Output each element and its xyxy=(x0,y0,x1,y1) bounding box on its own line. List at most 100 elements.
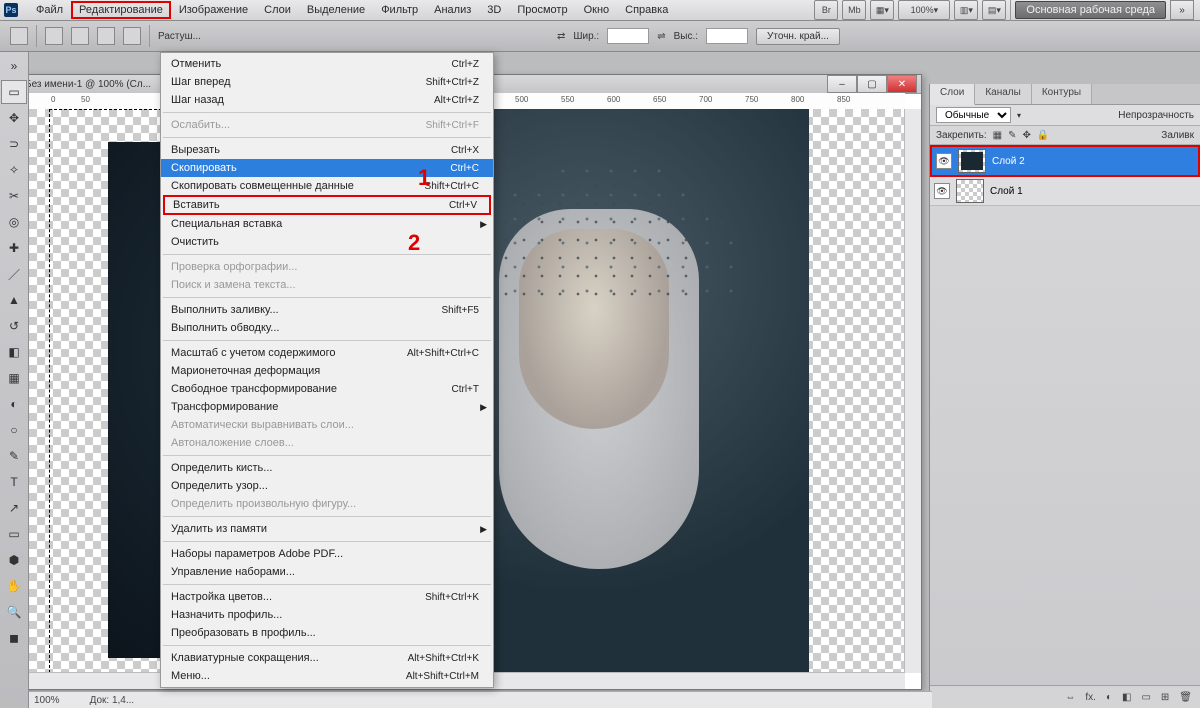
selection-add-icon[interactable] xyxy=(71,27,89,45)
menu-item[interactable]: Выполнить заливку...Shift+F5 xyxy=(161,301,493,319)
link-wh-icon[interactable]: ⇌ xyxy=(657,31,665,42)
lock-pixels-icon[interactable]: ▦ xyxy=(993,130,1002,141)
menu-item[interactable]: Выполнить обводку... xyxy=(161,319,493,337)
zoom-tool[interactable]: 🔍 xyxy=(1,600,27,624)
menu-item[interactable]: Скопировать совмещенные данныеShift+Ctrl… xyxy=(161,177,493,195)
visibility-icon[interactable]: 👁 xyxy=(934,183,950,199)
menu-выделение[interactable]: Выделение xyxy=(299,1,373,19)
refine-edge-button[interactable]: Уточн. край... xyxy=(756,28,840,45)
maximize-button[interactable]: ▢ xyxy=(857,75,887,93)
menu-item[interactable]: Удалить из памяти▶ xyxy=(161,520,493,538)
panel-footer-icon[interactable]: fx. xyxy=(1085,692,1096,703)
menu-item[interactable]: Марионеточная деформация xyxy=(161,362,493,380)
menu-item[interactable]: Масштаб с учетом содержимогоAlt+Shift+Ct… xyxy=(161,344,493,362)
selection-intersect-icon[interactable] xyxy=(123,27,141,45)
close-button[interactable]: ✕ xyxy=(887,75,917,93)
menu-редактирование[interactable]: Редактирование xyxy=(71,1,171,19)
history-brush-tool[interactable]: ↺ xyxy=(1,314,27,338)
shape-tool[interactable]: ▭ xyxy=(1,522,27,546)
view-extra-2[interactable]: ▤▾ xyxy=(982,0,1006,20)
lock-all-icon[interactable]: 🔒 xyxy=(1037,130,1049,141)
menu-справка[interactable]: Справка xyxy=(617,1,676,19)
menu-3d[interactable]: 3D xyxy=(479,1,509,19)
gradient-tool[interactable]: ▦ xyxy=(1,366,27,390)
menu-item[interactable]: Шаг впередShift+Ctrl+Z xyxy=(161,73,493,91)
brush-tool[interactable]: ／ xyxy=(1,262,27,286)
blur-tool[interactable]: ◐ xyxy=(1,392,27,416)
zoom-selector[interactable]: 100% ▾ xyxy=(898,0,950,20)
menu-item[interactable]: Назначить профиль... xyxy=(161,606,493,624)
eraser-tool[interactable]: ◧ xyxy=(1,340,27,364)
path-tool[interactable]: ↗ xyxy=(1,496,27,520)
menu-item[interactable]: Клавиатурные сокращения...Alt+Shift+Ctrl… xyxy=(161,649,493,667)
layer-row[interactable]: 👁Слой 1 xyxy=(930,177,1200,206)
panel-footer-icon[interactable]: ◐ xyxy=(1106,692,1112,703)
menu-item[interactable]: Настройка цветов...Shift+Ctrl+K xyxy=(161,588,493,606)
menu-item[interactable]: ВырезатьCtrl+X xyxy=(161,141,493,159)
panel-tab[interactable]: Каналы xyxy=(975,84,1032,104)
dodge-tool[interactable]: ○ xyxy=(1,418,27,442)
stamp-tool[interactable]: ▲ xyxy=(1,288,27,312)
menu-item[interactable]: Трансформирование▶ xyxy=(161,398,493,416)
menu-item[interactable]: Управление наборами... xyxy=(161,563,493,581)
move-tool[interactable]: ✥ xyxy=(1,106,27,130)
menu-фильтр[interactable]: Фильтр xyxy=(373,1,426,19)
wand-tool[interactable]: ✧ xyxy=(1,158,27,182)
bridge-button[interactable]: Br xyxy=(814,0,838,20)
panel-footer-icon[interactable]: ◧ xyxy=(1122,692,1131,703)
workspace-switcher[interactable]: Основная рабочая среда xyxy=(1015,1,1166,19)
panel-footer-icon[interactable]: ⇔ xyxy=(1065,692,1075,703)
panel-footer-icon[interactable]: ▭ xyxy=(1141,692,1150,703)
panel-tab[interactable]: Контуры xyxy=(1032,84,1092,104)
menu-слои[interactable]: Слои xyxy=(256,1,299,19)
selection-new-icon[interactable] xyxy=(45,27,63,45)
menu-item[interactable]: Определить узор... xyxy=(161,477,493,495)
minibridge-button[interactable]: Mb xyxy=(842,0,866,20)
chevrons-icon[interactable]: » xyxy=(1,54,27,78)
menu-item[interactable]: Специальная вставка▶ xyxy=(161,215,493,233)
menu-item[interactable]: ВставитьCtrl+V xyxy=(163,195,491,215)
menu-item[interactable]: Определить кисть... xyxy=(161,459,493,477)
menu-item[interactable]: Меню...Alt+Shift+Ctrl+M xyxy=(161,667,493,685)
tool-preset-icon[interactable] xyxy=(10,27,28,45)
panel-footer-icon[interactable]: 🗑 xyxy=(1179,692,1192,703)
screen-mode-button[interactable]: ▦▾ xyxy=(870,0,894,20)
menu-просмотр[interactable]: Просмотр xyxy=(509,1,575,19)
heal-tool[interactable]: ✚ xyxy=(1,236,27,260)
view-extra-1[interactable]: ▥▾ xyxy=(954,0,978,20)
menu-item[interactable]: ОтменитьCtrl+Z xyxy=(161,55,493,73)
lasso-tool[interactable]: ⊃ xyxy=(1,132,27,156)
menu-item[interactable]: Свободное трансформированиеCtrl+T xyxy=(161,380,493,398)
crop-tool[interactable]: ✂ xyxy=(1,184,27,208)
lock-brush-icon[interactable]: ✎ xyxy=(1008,130,1016,141)
hand-tool[interactable]: ✋ xyxy=(1,574,27,598)
width-field[interactable] xyxy=(607,28,649,44)
selection-subtract-icon[interactable] xyxy=(97,27,115,45)
menu-окно[interactable]: Окно xyxy=(576,1,618,19)
marquee-tool[interactable]: ▭ xyxy=(1,80,27,104)
menu-item[interactable]: СкопироватьCtrl+C xyxy=(161,159,493,177)
menu-анализ[interactable]: Анализ xyxy=(426,1,479,19)
3d-tool[interactable]: ⬢ xyxy=(1,548,27,572)
pen-tool[interactable]: ✎ xyxy=(1,444,27,468)
blend-mode-select[interactable]: Обычные xyxy=(936,107,1011,123)
expand-panels[interactable]: » xyxy=(1170,0,1194,20)
menu-файл[interactable]: Файл xyxy=(28,1,71,19)
lock-position-icon[interactable]: ✥ xyxy=(1023,130,1031,141)
menu-item[interactable]: Наборы параметров Adobe PDF... xyxy=(161,545,493,563)
scrollbar-vertical[interactable] xyxy=(904,109,921,673)
menu-изображение[interactable]: Изображение xyxy=(171,1,256,19)
colors-swatch[interactable]: ◼ xyxy=(1,626,27,650)
minimize-button[interactable]: – xyxy=(827,75,857,93)
menu-item[interactable]: Преобразовать в профиль... xyxy=(161,624,493,642)
swap-icon[interactable]: ⇄ xyxy=(557,31,565,42)
panel-tab[interactable]: Слои xyxy=(930,84,975,105)
visibility-icon[interactable]: 👁 xyxy=(936,153,952,169)
menu-item[interactable]: Очистить xyxy=(161,233,493,251)
panel-footer-icon[interactable]: ⊞ xyxy=(1161,692,1169,703)
height-field[interactable] xyxy=(706,28,748,44)
menu-item[interactable]: Шаг назадAlt+Ctrl+Z xyxy=(161,91,493,109)
text-tool[interactable]: T xyxy=(1,470,27,494)
eyedropper-tool[interactable]: ◎ xyxy=(1,210,27,234)
layer-row[interactable]: 👁Слой 2 xyxy=(930,145,1200,177)
